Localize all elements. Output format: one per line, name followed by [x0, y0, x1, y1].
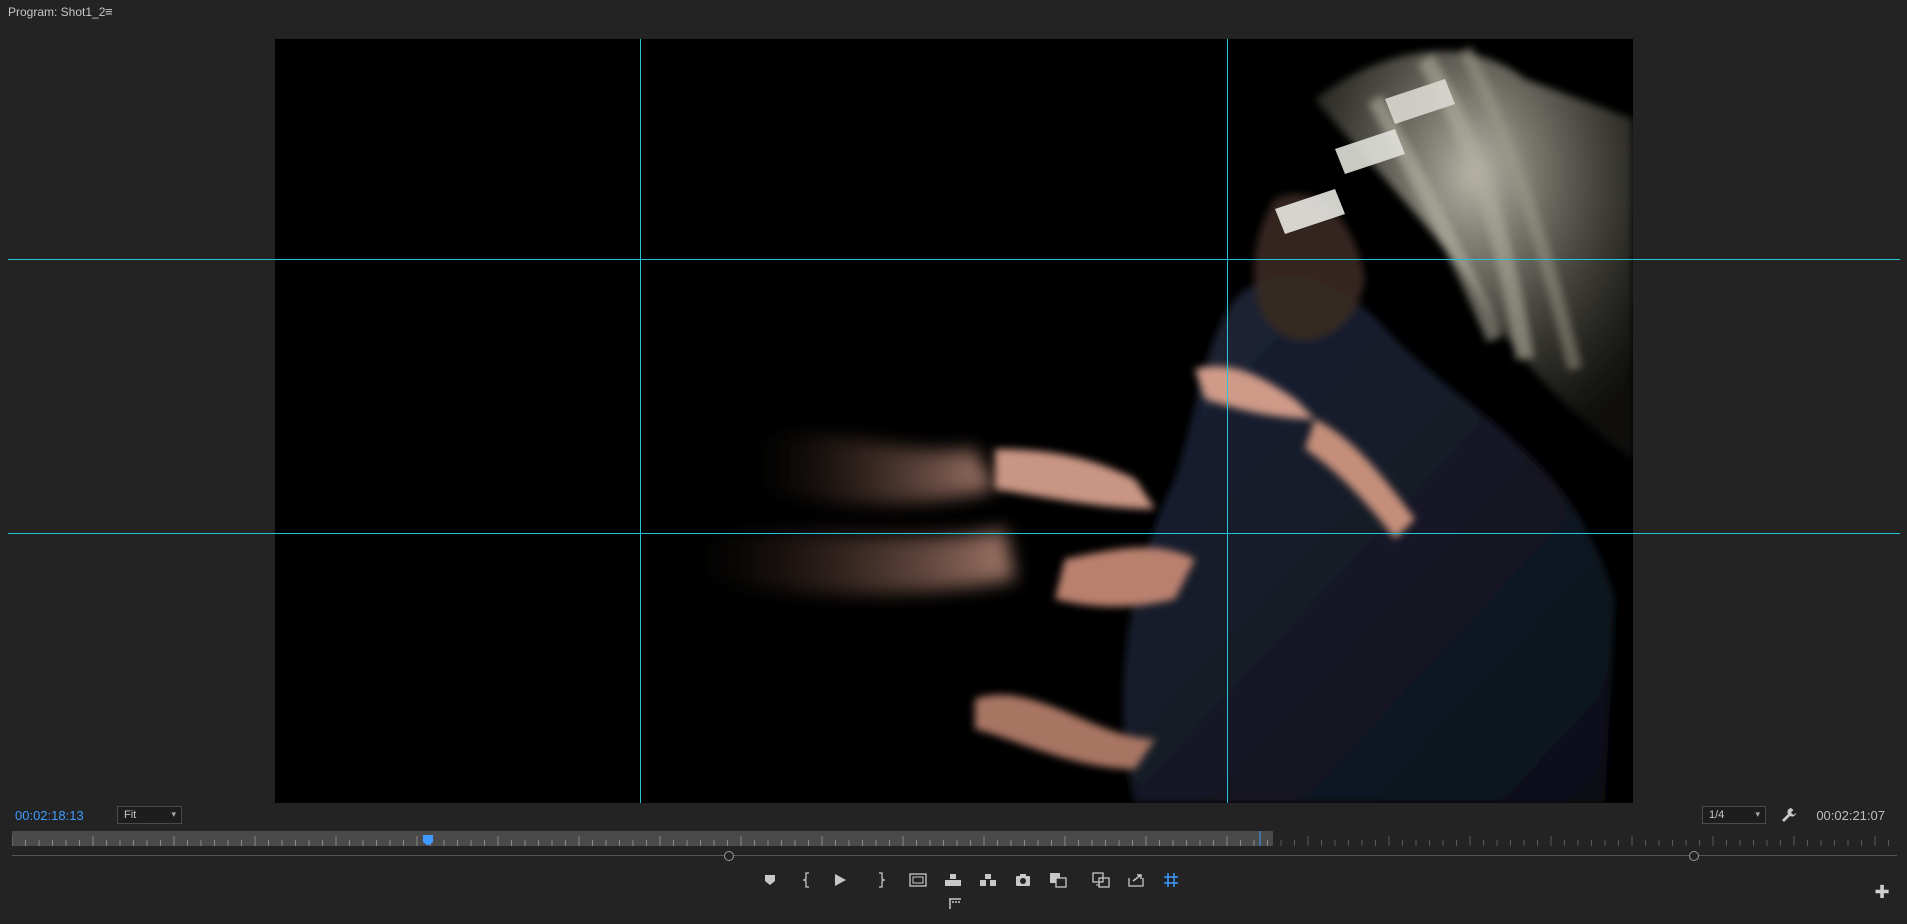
toggle-proxies-button[interactable] [1089, 869, 1113, 891]
comparison-view-button[interactable] [1046, 869, 1070, 891]
guide-horizontal-1[interactable] [8, 259, 1900, 260]
panel-title[interactable]: Program: Shot1_2 [8, 5, 105, 19]
lift-button[interactable] [941, 869, 965, 891]
panel-header: Program: Shot1_2 ≡ [0, 0, 1907, 26]
play-button[interactable] [828, 869, 852, 891]
program-viewer[interactable] [275, 39, 1633, 803]
chevron-down-icon: ▾ [171, 809, 176, 819]
grid-icon [1164, 873, 1178, 887]
video-frame [695, 45, 1633, 803]
extract-button[interactable] [976, 869, 1000, 891]
mark-in-icon [802, 872, 809, 888]
playhead-icon[interactable] [423, 835, 433, 845]
mark-out-button[interactable] [869, 869, 893, 891]
comparison-icon [1050, 873, 1067, 888]
zoom-navigator-left-handle[interactable] [724, 851, 734, 861]
plus-icon[interactable]: ✚ [1874, 883, 1890, 901]
proxy-icon [1092, 872, 1110, 888]
mark-out-icon [879, 872, 886, 888]
export-icon [1128, 874, 1144, 887]
guide-vertical-1[interactable] [640, 39, 641, 803]
safe-margins-button[interactable] [906, 869, 930, 891]
lift-icon [945, 874, 961, 886]
zoom-navigator-right-handle[interactable] [1689, 851, 1699, 861]
guide-vertical-2[interactable] [1227, 39, 1228, 803]
extract-icon [980, 874, 996, 886]
mark-in-button[interactable] [795, 869, 819, 891]
zoom-level-value: Fit [124, 809, 137, 821]
playback-resolution-select[interactable]: 1/4 ▾ [1702, 806, 1766, 824]
hamburger-menu-icon[interactable]: ≡ [105, 4, 113, 19]
playback-resolution-value: 1/4 [1709, 809, 1725, 821]
camera-icon [1016, 874, 1030, 886]
marker-icon [765, 875, 775, 885]
chevron-down-icon: ▾ [1755, 809, 1760, 819]
vr-video-button[interactable] [943, 893, 967, 915]
export-button[interactable] [1124, 869, 1148, 891]
zoom-navigator-track[interactable] [12, 855, 1897, 856]
add-marker-button[interactable] [758, 869, 782, 891]
wrench-icon[interactable] [1780, 806, 1798, 824]
safe-margins-icon [909, 873, 927, 887]
play-icon [835, 874, 846, 886]
zoom-level-select[interactable]: Fit ▾ [117, 806, 182, 824]
guides-button[interactable] [1159, 869, 1183, 891]
guide-horizontal-2[interactable] [8, 533, 1900, 534]
duration-timecode: 00:02:21:07 [1816, 808, 1885, 823]
vr-icon [949, 898, 961, 909]
time-ruler[interactable] [12, 831, 1897, 846]
playhead-timecode[interactable]: 00:02:18:13 [15, 808, 84, 823]
export-frame-button[interactable] [1011, 869, 1035, 891]
